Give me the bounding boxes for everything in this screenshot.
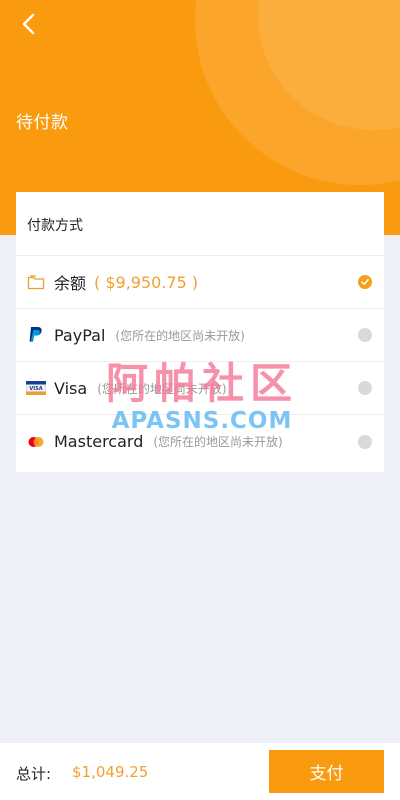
radio-unselected[interactable] (358, 434, 372, 449)
unavailable-note: (您所在的地区尚未开放) (115, 328, 245, 343)
balance-amount: ( $9,950.75 ) (94, 272, 199, 292)
unavailable-note: (您所在的地区尚未开放) (153, 435, 283, 449)
check-icon (361, 279, 369, 285)
payment-option-paypal[interactable]: PayPal (您所在的地区尚未开放) (16, 309, 384, 362)
payment-methods-card: 付款方式 余额 ( $9,950.75 ) PayPal (您所在的地区尚未开放… (16, 192, 384, 472)
page-title: 待付款 (16, 113, 69, 133)
section-title: 付款方式 (16, 192, 384, 256)
chevron-left-icon (22, 13, 35, 35)
payment-option-visa[interactable]: VISA Visa (您所在的地区尚未开放) (16, 362, 384, 415)
payment-option-label: Mastercard (54, 432, 144, 451)
payment-option-label: PayPal (54, 325, 106, 345)
wallet-icon (26, 272, 46, 292)
unavailable-note: (您所在的地区尚未开放) (97, 381, 227, 396)
paypal-icon (26, 325, 46, 345)
visa-card-icon: VISA (26, 378, 46, 398)
checkout-footer: 总计: $1,049.25 支付 (0, 743, 400, 800)
total-label: 总计: (16, 765, 52, 783)
radio-selected[interactable] (358, 275, 372, 289)
radio-unselected[interactable] (358, 328, 372, 342)
mastercard-icon (26, 432, 46, 452)
payment-option-label: 余额 (54, 274, 87, 293)
pay-button[interactable]: 支付 (269, 750, 384, 793)
back-button[interactable] (18, 12, 42, 36)
payment-option-mastercard[interactable]: Mastercard (您所在的地区尚未开放) (16, 415, 384, 468)
payment-option-label: Visa (54, 378, 88, 398)
svg-text:VISA: VISA (29, 386, 42, 392)
radio-unselected[interactable] (358, 381, 372, 395)
payment-option-balance[interactable]: 余额 ( $9,950.75 ) (16, 256, 384, 309)
total-amount: $1,049.25 (72, 763, 149, 781)
